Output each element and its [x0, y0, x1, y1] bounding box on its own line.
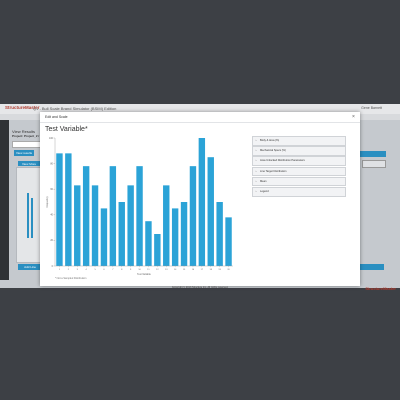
chart-bar: [189, 166, 197, 266]
chevron-right-icon: ›: [255, 188, 257, 193]
chart-bar: [163, 185, 170, 266]
accordion-item-label: Line Target Distribution: [260, 169, 287, 173]
accordion-item-label: Body & Area (%): [260, 139, 280, 142]
chart-bar: [109, 166, 117, 266]
chart-modal: Edit and Scale × Test Variable* 0 20 40 60 8…: [40, 112, 360, 286]
y-axis-label: Frequency: [46, 196, 49, 208]
accordion-item-label: Mechanical Specs (%): [260, 149, 286, 153]
accordion-item-distribution-parameters[interactable]: › Area Unlocked Distribution Parameters: [252, 156, 346, 166]
x-tick-label: 1: [59, 269, 61, 271]
chart-bar: [82, 166, 90, 266]
x-tick-label: 8: [121, 269, 123, 271]
x-tick-label: 18: [210, 269, 213, 271]
chart-bar: [154, 234, 161, 266]
left-sidebar: [0, 120, 9, 280]
accordion-item-line-target[interactable]: › Line Target Distribution: [252, 166, 346, 177]
x-tick-label: 6: [103, 269, 105, 271]
chart-bar: [91, 185, 99, 266]
chart-bar: [198, 138, 206, 266]
accordion-item-body-area[interactable]: › Body & Area (%): [252, 136, 346, 146]
x-tick-label: 7: [112, 269, 114, 271]
chevron-right-icon: ›: [255, 138, 257, 142]
chart-bar: [74, 185, 81, 266]
accordion-item-legend[interactable]: › Legend: [252, 186, 346, 197]
y-tick-label: 100: [49, 137, 54, 140]
x-tick-label: 9: [130, 269, 132, 271]
chevron-right-icon: ›: [255, 158, 257, 163]
x-tick-label: 5: [94, 269, 96, 271]
close-icon[interactable]: ×: [350, 114, 357, 121]
chart-footnote: * Not a Sampled Distribution: [55, 277, 87, 280]
background-mini-bar: [31, 198, 33, 238]
chart-bar: [118, 202, 125, 266]
background-overlay-bottom: [0, 288, 400, 400]
app-title: Q1 - Bull Scale Brand Simulator (BSIM) E…: [33, 105, 117, 111]
x-tick-label: 15: [183, 269, 186, 271]
add-line-button[interactable]: Add Line: [18, 264, 42, 270]
accordion-item-mean[interactable]: › Mean: [252, 176, 346, 187]
y-tick-label: 0: [52, 265, 54, 268]
chart-bar: [180, 202, 188, 266]
chevron-right-icon: ›: [255, 168, 257, 173]
options-accordion: › Body & Area (%) › Mechanical Specs (%)…: [252, 136, 346, 197]
background-action-button[interactable]: [360, 151, 386, 157]
x-tick-label: 13: [165, 269, 168, 271]
chevron-right-icon: ›: [255, 178, 257, 183]
y-tick-label: 80: [50, 162, 53, 165]
accordion-item-label: Mean: [260, 179, 267, 183]
copyright-text: Copyright © 2013 Structure Inc. All righ…: [171, 286, 229, 289]
bar-chart: 020406080100Frequency 1 2 3 4 5 6 7 8 9 10 11 12 13 1…: [46, 137, 233, 276]
x-tick-label: 12: [156, 269, 159, 271]
chart-bar: [136, 166, 143, 266]
x-tick-label: 14: [174, 269, 177, 271]
background-mini-bar: [27, 193, 29, 238]
x-tick-label: 4: [86, 269, 88, 271]
chart-bar: [207, 157, 214, 266]
accordion-item-mechanical-specs[interactable]: › Mechanical Specs (%): [252, 146, 346, 156]
view-results-button[interactable]: View results: [14, 150, 34, 156]
y-tick-label: 60: [50, 188, 53, 191]
chart-bar: [145, 221, 152, 266]
user-name[interactable]: Gene Barnett: [361, 106, 382, 110]
x-axis-label: Test Variable: [137, 273, 151, 276]
x-tick-label: 10: [138, 269, 141, 271]
chart-bar: [100, 208, 108, 266]
chart-bar: [225, 217, 232, 266]
background-overlay-top: [0, 0, 400, 112]
x-tick-label: 3: [77, 269, 79, 271]
x-tick-label: 20: [227, 269, 230, 271]
view-more-button[interactable]: View More: [18, 161, 40, 166]
x-tick-label: 17: [201, 269, 204, 271]
x-tick-label: 16: [192, 269, 195, 271]
chart-bar: [65, 153, 72, 266]
y-tick-label: 20: [50, 239, 53, 242]
background-secondary-button[interactable]: [362, 160, 386, 168]
screen: StructureMaster Q1 - Bull Scale Brand Si…: [0, 0, 400, 400]
chevron-right-icon: ›: [255, 148, 257, 153]
y-tick-label: 40: [50, 214, 53, 217]
x-tick-label: 2: [68, 269, 70, 271]
chart-bar: [216, 202, 223, 266]
x-tick-label: 11: [147, 269, 150, 271]
x-tick-label: 19: [218, 269, 221, 271]
accordion-item-label: Legend: [260, 189, 269, 193]
background-action-button-bottom[interactable]: [360, 264, 384, 270]
chart-bar: [127, 185, 134, 266]
chart-bar: [171, 208, 179, 266]
chart-bar: [56, 153, 63, 266]
accordion-item-label: Area Unlocked Distribution Parameters: [260, 159, 305, 163]
